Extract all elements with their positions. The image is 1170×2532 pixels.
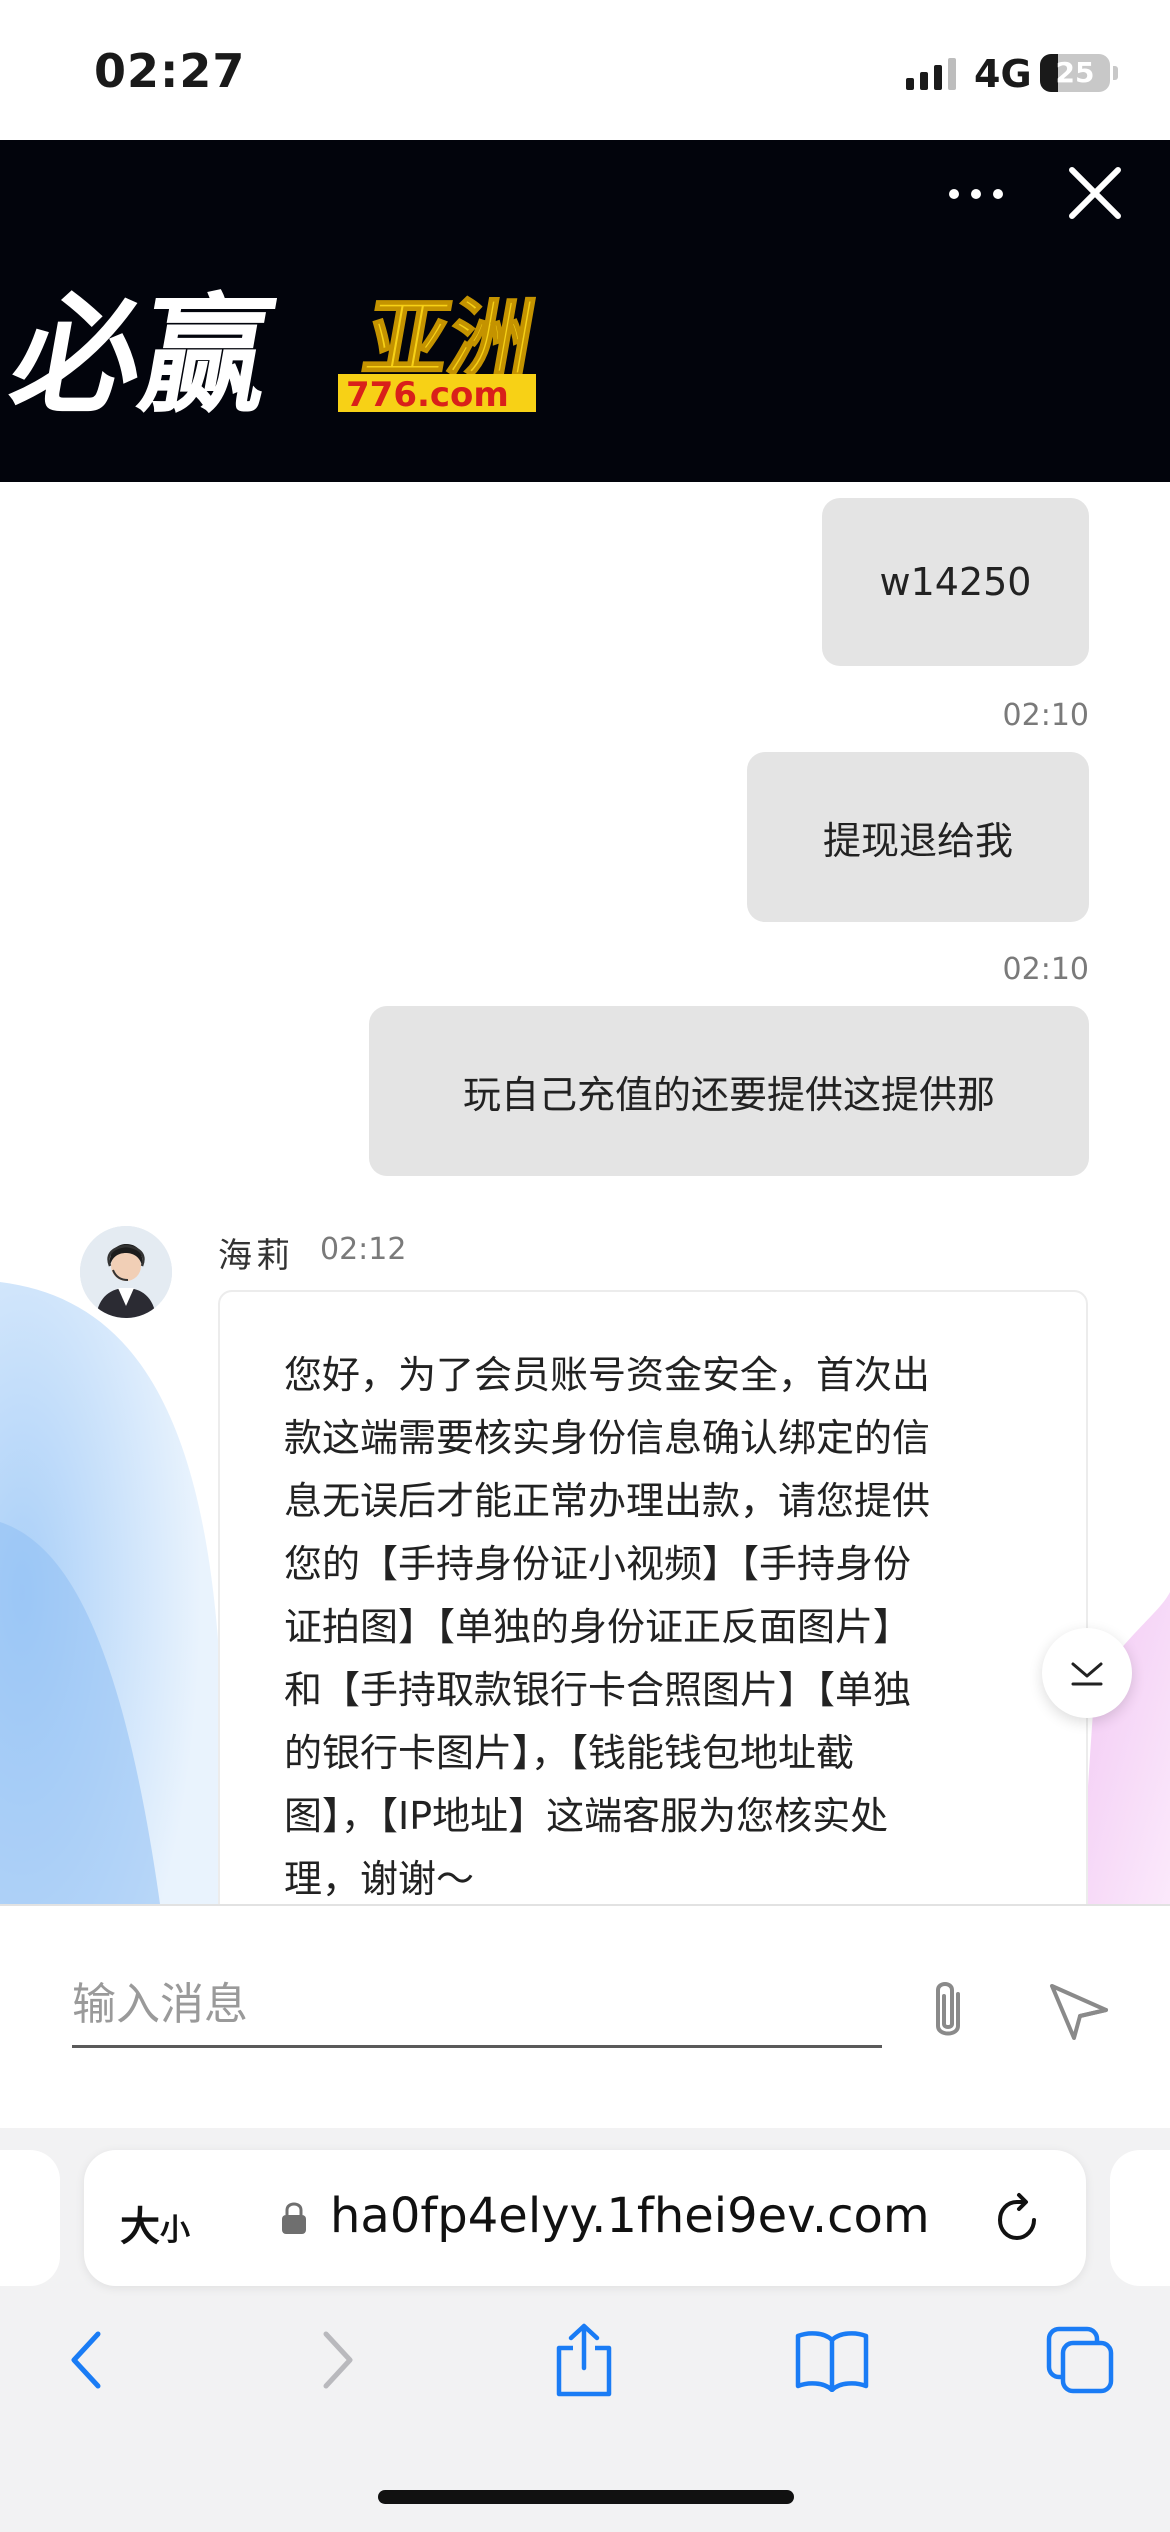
close-icon[interactable]	[1066, 164, 1124, 222]
battery-nub	[1113, 66, 1118, 80]
status-bar: 02:27 4G 25	[0, 0, 1170, 140]
message-text: 玩自己充值的还要提供这提供那	[462, 1072, 995, 1117]
agent-message-time: 02:12	[320, 1232, 407, 1267]
brand-logo: 必赢 亚洲 776.com	[1, 282, 543, 428]
book-icon	[795, 2331, 869, 2392]
more-options-button[interactable]	[944, 166, 1008, 222]
message-time: 02:10	[1002, 952, 1089, 987]
previous-tab-preview[interactable]	[0, 2150, 60, 2286]
chat-area[interactable]: w14250 02:10 提现退给我 02:10 玩自己充值的还要提供这提供那 …	[0, 482, 1170, 1904]
message-line: 证拍图】【单独的身份证正反面图片】	[284, 1605, 912, 1649]
message-line: 款这端需要核实身份信息确认绑定的信	[284, 1416, 931, 1460]
incoming-message: 您好，为了会员账号资金安全，首次出 款这端需要核实身份信息确认绑定的信 息无误后…	[218, 1290, 1088, 1904]
outgoing-message: w14250	[822, 498, 1089, 666]
message-line: 的银行卡图片】，【钱能钱包地址截	[284, 1731, 855, 1775]
message-input[interactable]	[72, 1964, 882, 2048]
bookmarks-button[interactable]	[792, 2320, 872, 2400]
home-indicator	[378, 2490, 794, 2504]
logo-domain-text: 776.com	[346, 375, 509, 415]
back-button[interactable]	[46, 2320, 126, 2400]
message-time: 02:10	[1002, 698, 1089, 733]
outgoing-message: 提现退给我	[747, 752, 1089, 922]
reload-icon[interactable]	[990, 2190, 1046, 2246]
message-line: 图】，【IP地址】这端客服为您核实处	[284, 1794, 889, 1838]
outgoing-message: 玩自己充值的还要提供这提供那	[369, 1006, 1089, 1176]
cellular-signal-icon	[906, 58, 956, 90]
message-line: 息无误后才能正常办理出款，请您提供	[284, 1479, 931, 1523]
chevron-left-icon	[71, 2331, 101, 2389]
message-line: 您的【手持身份证小视频】【手持身份	[284, 1542, 912, 1586]
agent-name: 海莉	[218, 1236, 294, 1276]
message-text: 提现退给我	[822, 818, 1013, 863]
send-icon[interactable]	[1044, 1976, 1114, 2046]
battery-level: 25	[1055, 56, 1095, 89]
message-line: 您好，为了会员账号资金安全，首次出	[284, 1353, 931, 1397]
ellipsis-icon	[949, 189, 1003, 199]
logo-side-text: 亚洲	[357, 290, 542, 388]
battery-icon: 25	[1040, 54, 1110, 92]
tabs-icon	[1046, 2326, 1114, 2394]
scroll-to-bottom-button[interactable]	[1042, 1628, 1132, 1718]
message-text: w14250	[879, 560, 1032, 604]
chevron-down-icon	[1071, 1662, 1103, 1686]
logo-main-text: 必赢	[1, 282, 283, 428]
next-tab-preview[interactable]	[1110, 2150, 1170, 2286]
lock-icon	[282, 2202, 306, 2234]
message-composer	[0, 1904, 1170, 2128]
agent-portrait-icon	[80, 1226, 172, 1318]
text-size-small: 小	[160, 2213, 190, 2248]
agent-avatar	[80, 1226, 172, 1318]
message-line: 理，谢谢～	[284, 1857, 475, 1901]
address-bar[interactable]: 大小 ha0fp4elyy.1fhei9ev.com	[84, 2150, 1086, 2286]
share-button[interactable]	[544, 2320, 624, 2400]
text-size-button[interactable]: 大小	[120, 2194, 190, 2252]
message-line: 和【手持取款银行卡合照图片】【单独	[284, 1668, 912, 1712]
tabs-button[interactable]	[1040, 2320, 1120, 2400]
status-time: 02:27	[94, 44, 246, 98]
text-size-big: 大	[120, 2204, 160, 2250]
url-text[interactable]: ha0fp4elyy.1fhei9ev.com	[330, 2188, 930, 2244]
network-type: 4G	[974, 52, 1032, 96]
chevron-right-icon	[323, 2331, 353, 2389]
forward-button[interactable]	[298, 2320, 378, 2400]
share-icon	[556, 2323, 612, 2397]
paperclip-icon[interactable]	[918, 1976, 978, 2046]
